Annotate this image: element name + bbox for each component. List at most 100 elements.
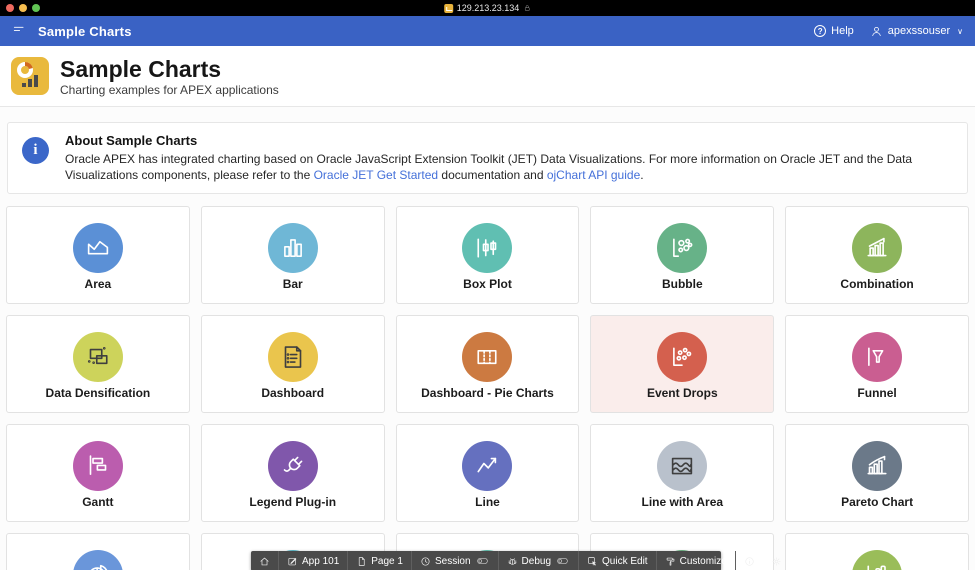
chart-card[interactable] xyxy=(785,533,969,570)
toggle-icon[interactable] xyxy=(555,557,570,565)
chart-card-data-densification[interactable]: Data Densification xyxy=(6,315,190,413)
chart-card-gantt[interactable]: Gantt xyxy=(6,424,190,522)
address-bar[interactable]: 129.213.23.134 xyxy=(443,3,532,13)
toolbar-label: Debug xyxy=(521,555,552,567)
chart-card-box-plot[interactable]: Box Plot xyxy=(395,206,580,304)
ojchart-api-link[interactable]: ojChart API guide xyxy=(547,168,640,182)
pareto-chart-icon xyxy=(852,441,903,491)
chart-card-label: Pareto Chart xyxy=(841,495,914,509)
line-with-area-icon xyxy=(657,441,708,491)
chart-card-label: Bar xyxy=(282,277,303,291)
zoom-window-button[interactable] xyxy=(32,4,40,12)
chart-card-line-with-area[interactable]: Line with Area xyxy=(590,424,775,522)
plug-icon xyxy=(267,441,318,491)
help-label: Help xyxy=(831,25,854,37)
toolbar-label: Customize xyxy=(679,555,727,567)
chart-card-label: Combination xyxy=(840,277,914,291)
chart-card-label: Gantt xyxy=(82,495,114,509)
about-text: Oracle APEX has integrated charting base… xyxy=(65,151,953,183)
developer-toolbar: App 101 Page 1 Session Debug Quick Edit Custo… xyxy=(251,551,781,570)
event-drops-icon xyxy=(657,332,708,382)
about-text-2: documentation and xyxy=(438,168,547,182)
site-favicon-icon xyxy=(443,3,453,13)
gantt-chart-icon xyxy=(72,441,123,491)
chart-card-label: Line with Area xyxy=(641,495,724,509)
chart-card-label: Funnel xyxy=(857,386,897,400)
roller-icon xyxy=(666,557,674,566)
close-window-button[interactable] xyxy=(6,4,14,12)
toolbar-debug-button[interactable]: Debug xyxy=(499,551,578,570)
os-title-bar: 129.213.23.134 xyxy=(0,0,975,16)
cursor-icon xyxy=(588,556,597,566)
app-logo-icon xyxy=(11,57,49,95)
page-subtitle: Charting examples for APEX applications xyxy=(60,82,279,97)
chart-card-bubble[interactable]: Bubble xyxy=(590,206,775,304)
minimize-window-button[interactable] xyxy=(19,4,27,12)
chart-card-pareto-chart[interactable]: Pareto Chart xyxy=(785,424,969,522)
clock-icon xyxy=(421,556,430,566)
bar-chart-icon xyxy=(267,223,318,273)
funnel-chart-icon xyxy=(852,332,903,382)
window-controls[interactable] xyxy=(6,4,40,12)
oracle-jet-link[interactable]: Oracle JET Get Started xyxy=(314,168,439,182)
page-header: Sample Charts Charting examples for APEX… xyxy=(0,46,975,107)
toolbar-label: Page 1 xyxy=(371,555,403,567)
chart-card-event-drops[interactable]: Event Drops xyxy=(590,315,775,413)
chart-card-area[interactable]: Area xyxy=(6,206,190,304)
help-button[interactable]: ? Help xyxy=(814,25,854,37)
chart-card-label: Bubble xyxy=(661,277,703,291)
toolbar-label: Session xyxy=(434,555,471,567)
app-navbar: Sample Charts ? Help apexssouser ∨ xyxy=(0,16,975,46)
toolbar-page-1-button[interactable]: Page 1 xyxy=(348,551,411,570)
navbar-title: Sample Charts xyxy=(38,23,132,39)
screen: 129.213.23.134 Sample Charts ? Help apex… xyxy=(0,0,975,570)
toolbar-info-button[interactable] xyxy=(736,551,763,570)
toolbar-label: App 101 xyxy=(302,555,340,567)
gear-icon xyxy=(772,556,781,566)
chart-cards-grid: Area Bar Box Plot Bubble Combination Dat… xyxy=(6,206,969,570)
chart-card-label: Box Plot xyxy=(463,277,512,291)
chart-card-dashboard-pie-charts[interactable]: Dashboard - Pie Charts xyxy=(395,315,580,413)
toolbar-quick-edit-button[interactable]: Quick Edit xyxy=(579,551,656,570)
toolbar-label: Quick Edit xyxy=(602,555,648,567)
chart-card-line[interactable]: Line xyxy=(395,424,580,522)
chart-card-label: Dashboard xyxy=(261,386,325,400)
chart-card-label: Event Drops xyxy=(646,386,718,400)
chart-card-label: Line xyxy=(475,495,500,509)
page-icon xyxy=(359,556,365,566)
bubble-chart-icon xyxy=(657,223,708,273)
dashboard-columns-icon xyxy=(462,332,513,382)
toggle-icon[interactable] xyxy=(475,557,490,565)
chart-card-label: Area xyxy=(84,277,112,291)
page-title: Sample Charts xyxy=(60,55,222,82)
chart-card-dashboard[interactable]: Dashboard xyxy=(200,315,385,413)
user-menu-button[interactable]: apexssouser ∨ xyxy=(870,25,963,38)
about-text-3: . xyxy=(640,168,644,182)
page-body: i About Sample Charts Oracle APEX has in… xyxy=(0,107,975,570)
toolbar-home-button[interactable] xyxy=(251,551,278,570)
chart-card-combination[interactable]: Combination xyxy=(785,206,969,304)
chart-card-label: Legend Plug-in xyxy=(249,495,337,509)
info-icon: i xyxy=(22,137,49,164)
about-region: i About Sample Charts Oracle APEX has in… xyxy=(7,122,968,194)
chart-card-legend-plug-in[interactable]: Legend Plug-in xyxy=(200,424,385,522)
line-chart-icon xyxy=(462,441,513,491)
data-densification-icon xyxy=(72,332,123,382)
help-icon: ? xyxy=(814,25,827,37)
pie-chart-icon xyxy=(72,550,123,570)
dashboard-icon xyxy=(267,332,318,382)
info-icon xyxy=(745,556,754,566)
home-icon xyxy=(260,557,269,565)
toolbar-app-101-button[interactable]: App 101 xyxy=(279,551,347,570)
toolbar-session-button[interactable]: Session xyxy=(412,551,498,570)
range-bars-icon xyxy=(852,550,903,570)
url-text: 129.213.23.134 xyxy=(456,3,520,13)
chart-card-label: Dashboard - Pie Charts xyxy=(421,386,554,400)
chart-card-funnel[interactable]: Funnel xyxy=(785,315,969,413)
nav-menu-icon[interactable] xyxy=(12,22,26,41)
user-icon xyxy=(872,26,881,36)
chart-card-bar[interactable]: Bar xyxy=(200,206,385,304)
toolbar-customize-button[interactable]: Customize xyxy=(657,551,735,570)
chart-card[interactable] xyxy=(6,533,190,570)
toolbar-gear-button[interactable] xyxy=(763,551,790,570)
